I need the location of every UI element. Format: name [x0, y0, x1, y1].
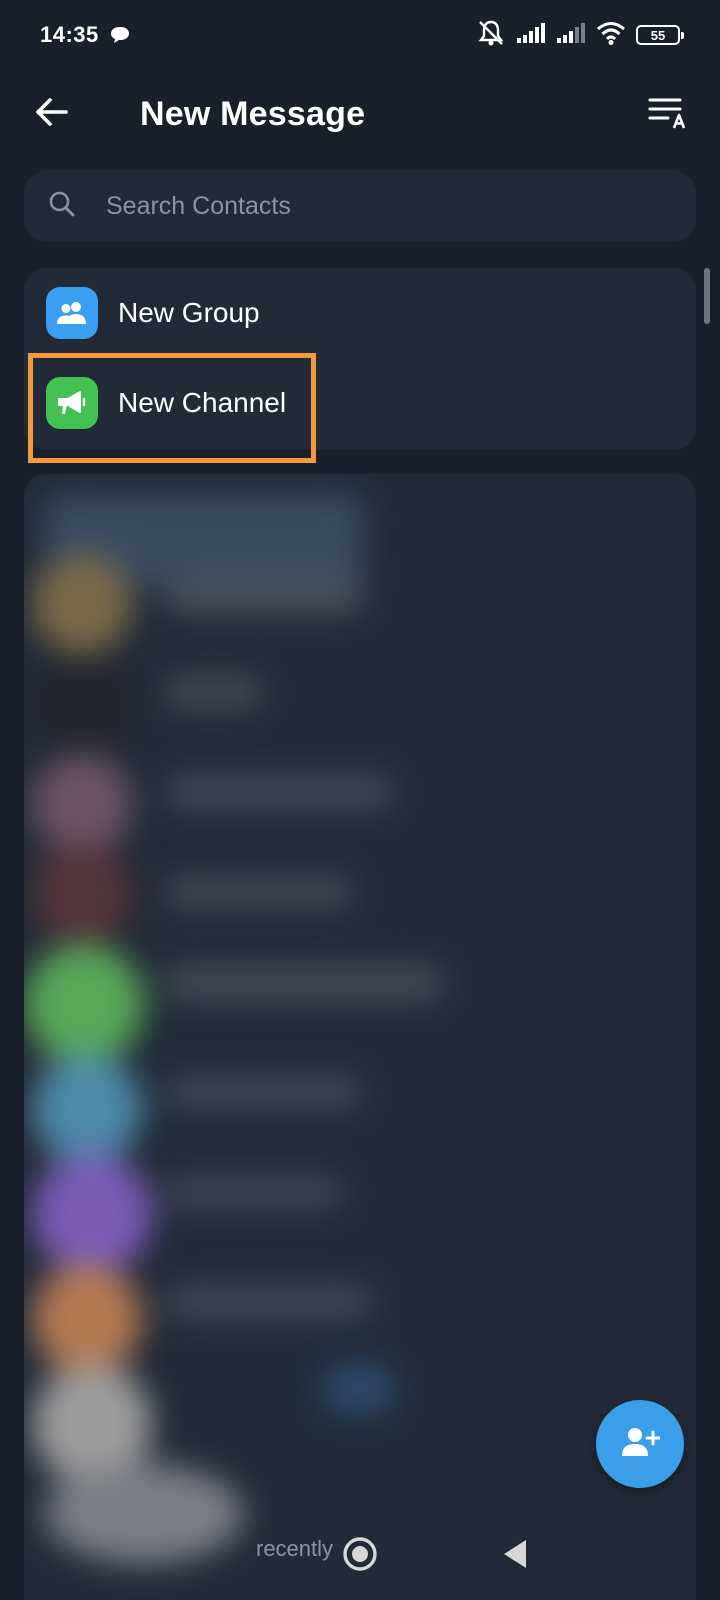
signal-icon	[556, 22, 586, 48]
battery-icon: 55	[636, 25, 684, 45]
bell-muted-icon	[476, 19, 506, 52]
contact-status-text: recently	[256, 1536, 334, 1561]
triangle-back-icon[interactable]	[500, 1537, 532, 1571]
contact-avatar-placeholder	[32, 554, 132, 654]
contact-avatar-placeholder	[24, 944, 144, 1064]
status-icons: 55	[476, 19, 684, 52]
contact-name-placeholder	[164, 964, 444, 1002]
contact-name-placeholder	[164, 1284, 374, 1320]
actions-card: New Group New Channel	[24, 268, 696, 450]
contact-name-placeholder	[324, 1364, 394, 1414]
contact-avatar-placeholder	[32, 754, 132, 854]
sort-button[interactable]	[644, 90, 692, 138]
add-contact-icon	[620, 1425, 661, 1464]
new-channel-item[interactable]: New Channel	[24, 358, 696, 448]
back-button[interactable]	[28, 90, 76, 138]
contact-name-placeholder	[164, 874, 354, 910]
wifi-icon	[596, 21, 626, 50]
status-time: 14:35	[40, 22, 99, 47]
search-icon	[48, 190, 76, 223]
search-bar[interactable]	[24, 170, 696, 242]
new-group-item[interactable]: New Group	[24, 268, 696, 358]
contact-avatar-placeholder	[32, 1154, 152, 1274]
contact-name-placeholder	[164, 1174, 344, 1210]
new-group-label: New Group	[118, 297, 260, 328]
add-contact-button[interactable]	[596, 1400, 684, 1488]
contact-name-placeholder	[164, 674, 264, 710]
new-channel-label: New Channel	[118, 387, 287, 418]
contact-name-placeholder	[164, 774, 394, 810]
contact-avatar-placeholder	[32, 1264, 142, 1374]
contact-avatar-placeholder	[32, 844, 132, 944]
page-title: New Message	[140, 94, 366, 133]
sort-alpha-icon	[648, 95, 688, 134]
contact-avatar-placeholder	[32, 654, 132, 754]
contact-name-placeholder	[164, 574, 364, 614]
signal-icon	[516, 22, 546, 48]
contacts-list	[24, 474, 696, 1600]
chat-bubble-icon	[109, 25, 131, 45]
app-bar: New Message	[0, 76, 720, 152]
arrow-left-icon	[35, 97, 69, 132]
scrollbar[interactable]	[704, 268, 710, 324]
contact-name-placeholder	[164, 1074, 364, 1110]
blurred-contacts	[24, 474, 696, 1600]
group-icon	[46, 287, 98, 339]
search-input[interactable]	[106, 191, 626, 221]
circle-home-icon[interactable]	[342, 1536, 378, 1572]
battery-level: 55	[650, 27, 666, 43]
contact-avatar-placeholder	[32, 1054, 142, 1164]
status-bar: 14:35 55	[0, 0, 720, 70]
megaphone-icon	[46, 377, 98, 429]
